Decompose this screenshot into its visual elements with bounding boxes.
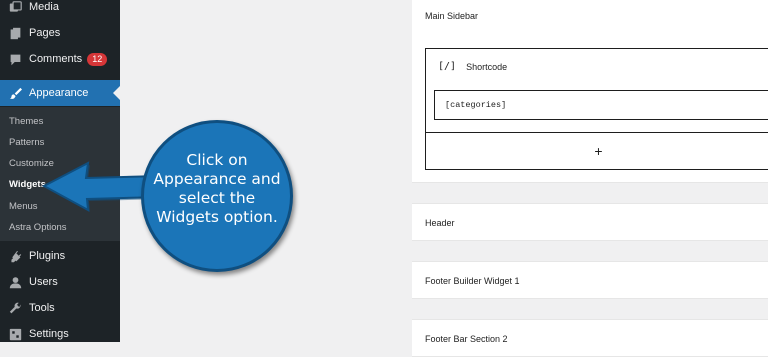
callout-line: Appearance and xyxy=(153,170,281,188)
callout-arrow-icon xyxy=(41,161,163,212)
callout-line: Click on xyxy=(186,151,248,169)
callout-text: Click on Appearance and select the Widge… xyxy=(141,151,293,227)
callout-line: Widgets option. xyxy=(156,208,278,226)
callout-line: select the xyxy=(178,189,256,207)
